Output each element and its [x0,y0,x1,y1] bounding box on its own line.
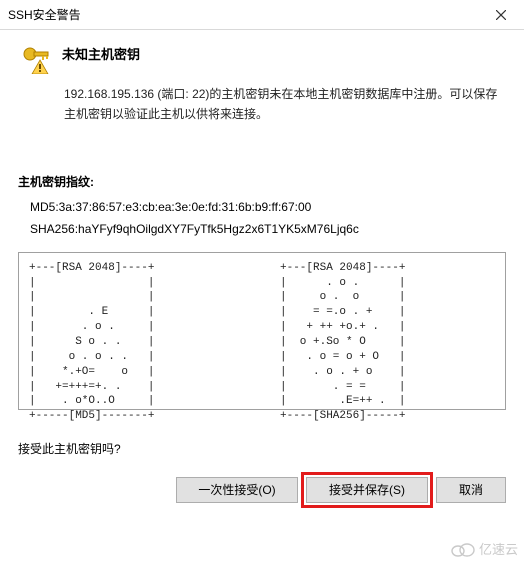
accept-save-button[interactable]: 接受并保存(S) [306,477,428,503]
confirm-question: 接受此主机密钥吗? [18,440,506,457]
ascii-rsa: +---[RSA 2048]----+ | | | | | . E | | . … [29,261,244,401]
accept-once-button[interactable]: 一次性接受(O) [176,477,298,503]
sha256-fingerprint: SHA256:haYFyf9qhOilgdXY7FyTfk5Hgz2x6T1YK… [30,222,506,236]
description: 192.168.195.136 (端口: 22)的主机密钥未在本地主机密钥数据库… [20,84,506,125]
ascii-art-box: +---[RSA 2048]----+ | | | | | . E | | . … [18,252,506,410]
ascii-sha: +---[RSA 2048]----+ | . o . | | o . o | … [280,261,495,401]
close-icon [496,10,506,20]
header-row: 未知主机密钥 [18,40,506,74]
close-button[interactable] [478,0,524,30]
window-title: SSH安全警告 [8,6,81,23]
watermark-text: 亿速云 [479,539,518,558]
button-row: 一次性接受(O) 接受并保存(S) 取消 [18,467,506,503]
cancel-button[interactable]: 取消 [436,477,506,503]
dialog-content: 未知主机密钥 192.168.195.136 (端口: 22)的主机密钥未在本地… [0,30,524,503]
key-warning-icon [18,40,52,74]
heading: 未知主机密钥 [62,44,140,63]
md5-fingerprint: MD5:3a:37:86:57:e3:cb:ea:3e:0e:fd:31:6b:… [30,200,506,214]
cloud-icon [449,541,475,557]
fingerprint-label: 主机密钥指纹: [18,173,506,190]
titlebar: SSH安全警告 [0,0,524,30]
watermark: 亿速云 [449,539,518,558]
